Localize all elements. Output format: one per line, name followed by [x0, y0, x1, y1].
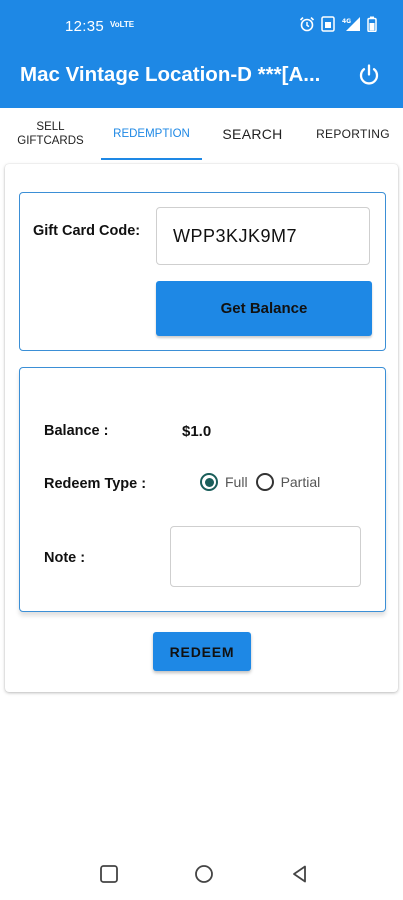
tab-search[interactable]: SEARCH [202, 108, 303, 160]
system-nav-bar [0, 848, 403, 900]
app-bar: Mac Vintage Location-D ***[A... [0, 50, 403, 108]
redemption-card: Gift Card Code: WPP3KJK9M7 Get Balance B… [5, 164, 398, 692]
get-balance-button[interactable]: Get Balance [156, 281, 372, 336]
sim-card-icon [321, 16, 335, 32]
tab-label: REPORTING [316, 127, 390, 141]
back-button[interactable] [290, 864, 310, 889]
balance-label: Balance : [44, 423, 109, 439]
tab-label: SELL GIFTCARDS [17, 121, 84, 147]
tab-reporting[interactable]: REPORTING [303, 108, 403, 160]
redeem-type-radio-group: Full Partial [200, 473, 328, 491]
note-label: Note : [44, 550, 86, 566]
redeem-button[interactable]: REDEEM [153, 632, 251, 671]
home-button[interactable] [194, 864, 214, 889]
status-icons: 4G [299, 16, 377, 32]
radio-partial-label: Partial [280, 474, 321, 490]
radio-unselected-icon [255, 473, 274, 491]
balance-value: $1.0 [182, 423, 212, 440]
radio-selected-icon [200, 473, 218, 491]
power-icon [359, 64, 379, 85]
recents-button[interactable] [99, 864, 119, 889]
tab-sell-giftcards[interactable]: SELL GIFTCARDS [0, 108, 101, 160]
active-tab-indicator [101, 158, 202, 160]
tab-label: REDEMPTION [113, 128, 190, 140]
gift-card-code-input[interactable]: WPP3KJK9M7 [156, 207, 370, 265]
circle-icon [195, 865, 213, 883]
gift-card-code-label: Gift Card Code: [33, 223, 141, 239]
tab-label: SEARCH [222, 126, 283, 142]
gift-card-lookup-panel: Gift Card Code: WPP3KJK9M7 Get Balance [19, 192, 386, 351]
square-icon [100, 865, 118, 883]
power-button[interactable] [357, 63, 381, 92]
redeem-type-label: Redeem Type : [44, 476, 147, 492]
alarm-icon [299, 17, 315, 32]
redemption-details-panel: Balance : $1.0 Redeem Type : Full Partia… [19, 367, 386, 612]
tab-redemption[interactable]: REDEMPTION [101, 108, 202, 160]
tab-bar: SELL GIFTCARDS REDEMPTION SEARCH REPORTI… [0, 108, 403, 160]
radio-full[interactable]: Full [200, 473, 248, 491]
signal-4g-icon: 4G [342, 17, 360, 31]
status-time: 12:35 [65, 18, 105, 35]
battery-icon [367, 16, 377, 32]
svg-text:4G: 4G [342, 18, 351, 25]
status-bar: 12:35 VoLTE 4G [0, 0, 403, 50]
radio-full-label: Full [225, 474, 248, 490]
volte-indicator: VoLTE [110, 20, 135, 29]
note-input[interactable] [170, 526, 361, 587]
radio-partial[interactable]: Partial [255, 473, 321, 491]
back-triangle-icon [293, 865, 306, 883]
app-title: Mac Vintage Location-D ***[A... [20, 63, 321, 86]
